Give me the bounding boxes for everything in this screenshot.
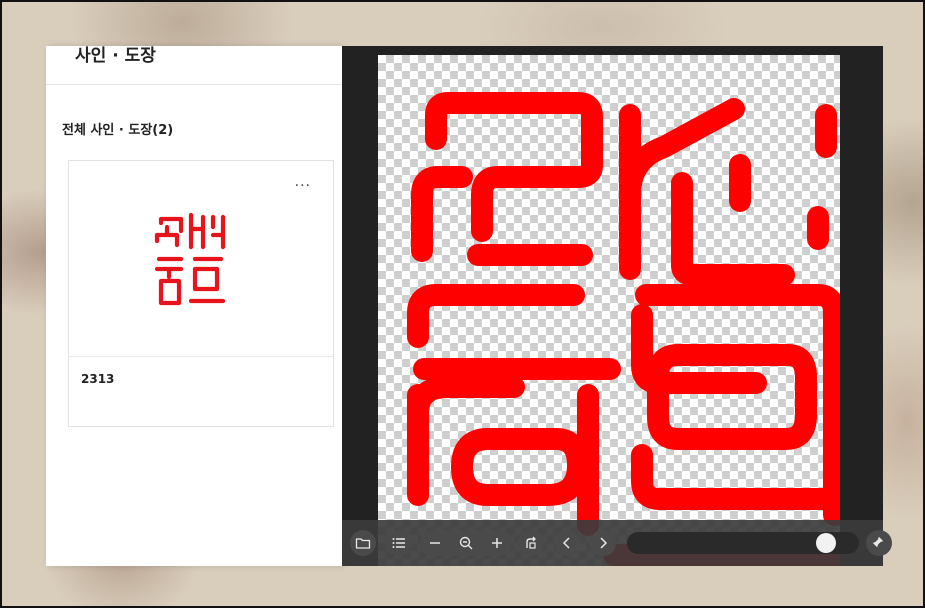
seal-thumbnail <box>154 212 226 306</box>
image-viewer <box>342 46 892 566</box>
image-canvas[interactable] <box>378 55 840 566</box>
slider-knob[interactable] <box>816 533 836 553</box>
zoom-out-button[interactable] <box>422 530 448 556</box>
signature-panel: 사인 · 도장 전체 사인 · 도장(2) ··· 2313 <box>46 46 342 566</box>
pin-icon <box>872 536 884 548</box>
list-button[interactable] <box>386 530 412 556</box>
chevron-right-icon <box>600 537 608 549</box>
card-divider <box>69 356 333 357</box>
previous-button[interactable] <box>554 530 580 556</box>
chevron-left-icon <box>562 537 570 549</box>
zoom-icon <box>459 536 473 550</box>
folder-icon <box>355 538 371 549</box>
section-title: 전체 사인 · 도장(2) <box>62 123 174 138</box>
zoom-in-button[interactable] <box>484 530 510 556</box>
zoom-in-icon <box>492 538 502 548</box>
next-button[interactable] <box>590 530 616 556</box>
page-title: 사인 · 도장 <box>75 46 156 66</box>
rotate-icon <box>526 536 536 549</box>
open-folder-button[interactable] <box>350 530 376 556</box>
viewer-toolbar <box>342 520 892 566</box>
more-options-button[interactable]: ··· <box>295 179 311 193</box>
desktop-background: 사인 · 도장 전체 사인 · 도장(2) ··· 2313 <box>0 0 925 608</box>
pin-button[interactable] <box>866 530 892 556</box>
rotate-button[interactable] <box>518 530 544 556</box>
zoom-out-icon <box>430 542 440 544</box>
seal-image <box>407 92 840 566</box>
zoom-slider[interactable] <box>627 532 859 554</box>
divider <box>46 84 342 85</box>
card-name: 2313 <box>81 372 115 386</box>
signature-card[interactable]: ··· 2313 <box>68 160 334 427</box>
zoom-fit-button[interactable] <box>453 530 479 556</box>
list-icon <box>392 538 405 548</box>
